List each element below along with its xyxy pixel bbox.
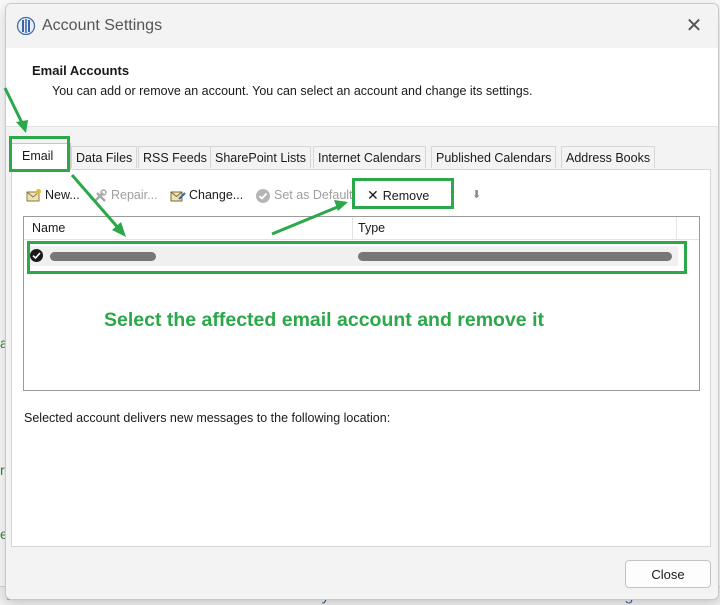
repair-button[interactable]: Repair... [92, 185, 158, 205]
tab-label: Internet Calendars [318, 151, 421, 165]
tab-label: Data Files [76, 151, 133, 165]
highlight-email-tab [9, 136, 70, 172]
column-header-name[interactable]: Name [32, 221, 65, 235]
tab-sharepoint-lists[interactable]: SharePoint Lists [210, 146, 312, 168]
highlight-account-row [27, 241, 687, 274]
account-settings-dialog: Account Settings ✕ Email Accounts You ca… [5, 3, 719, 600]
change-account-icon [170, 191, 186, 202]
new-button-label: New... [45, 188, 80, 202]
tab-rss-feeds[interactable]: RSS Feeds [138, 146, 212, 168]
tab-address-books[interactable]: Address Books [561, 146, 656, 168]
tab-strip: Email Data Files RSS Feeds SharePoint Li… [6, 143, 718, 170]
background-edge-mark: r [0, 462, 5, 478]
new-account-icon [26, 188, 41, 202]
new-button[interactable]: New... [26, 185, 80, 205]
tab-published-calendars[interactable]: Published Calendars [431, 146, 557, 168]
header-description: You can add or remove an account. You ca… [52, 84, 533, 98]
set-as-default-button[interactable]: Set as Default [255, 185, 353, 205]
header-section: Email Accounts You can add or remove an … [6, 48, 718, 127]
repair-button-label: Repair... [111, 188, 158, 202]
tab-internet-calendars[interactable]: Internet Calendars [313, 146, 426, 168]
tab-label: Address Books [566, 151, 651, 165]
window-title: Account Settings [42, 17, 163, 34]
set-as-default-label: Set as Default [274, 188, 353, 202]
check-circle-icon [256, 188, 270, 203]
title-bar: Account Settings ✕ [6, 4, 718, 48]
column-divider [676, 217, 677, 239]
annotation-instruction: Select the affected email account and re… [104, 309, 544, 331]
list-header: Name Type [24, 217, 699, 240]
close-button[interactable]: Close [625, 560, 711, 588]
column-divider [352, 217, 353, 239]
delivery-location-label: Selected account delivers new messages t… [24, 411, 391, 425]
tab-label: Published Calendars [436, 151, 552, 165]
tab-data-files[interactable]: Data Files [71, 146, 138, 168]
repair-tools-icon [94, 188, 107, 202]
arrow-down-icon: ⬇ [472, 189, 482, 201]
highlight-remove-button [352, 178, 454, 209]
tab-label: SharePoint Lists [215, 151, 307, 165]
outlook-mail-icon [16, 16, 36, 36]
close-icon[interactable]: ✕ [680, 12, 708, 40]
move-down-button[interactable]: ⬇ [472, 185, 481, 205]
column-header-type[interactable]: Type [358, 221, 385, 235]
tab-label: RSS Feeds [143, 151, 207, 165]
change-button[interactable]: Change... [170, 185, 243, 205]
header-title: Email Accounts [32, 63, 130, 78]
change-button-label: Change... [189, 188, 244, 202]
